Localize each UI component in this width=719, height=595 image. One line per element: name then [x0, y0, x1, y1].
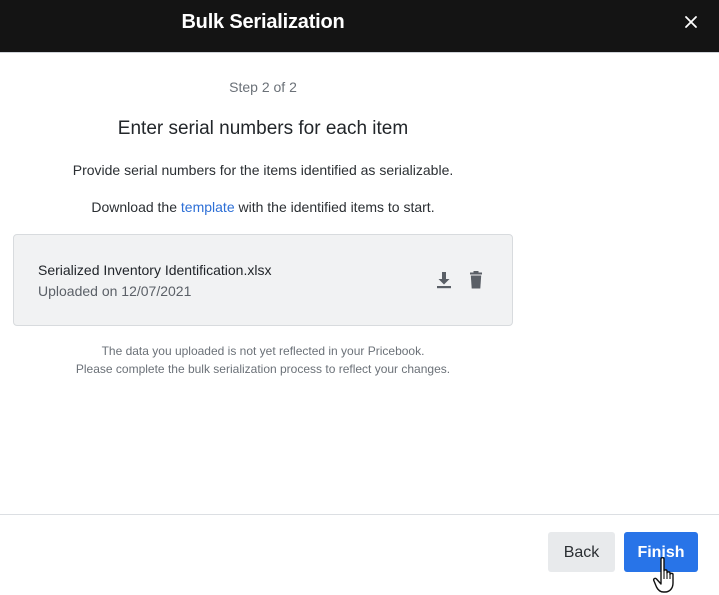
- dialog-content: Step 2 of 2 Enter serial numbers for eac…: [0, 53, 526, 513]
- dialog-title: Bulk Serialization: [181, 11, 345, 33]
- dialog-footer: Back Finish: [0, 514, 719, 595]
- uploaded-file-card: Serialized Inventory Identification.xlsx…: [13, 234, 513, 326]
- download-suffix-text: with the identified items to start.: [234, 199, 435, 215]
- step-indicator: Step 2 of 2: [229, 79, 297, 95]
- trash-icon: [470, 271, 482, 289]
- upload-date: Uploaded on 12/07/2021: [38, 283, 192, 299]
- notice-line-2: Please complete the bulk serialization p…: [75, 362, 451, 376]
- delete-file-button[interactable]: [465, 269, 487, 291]
- back-button[interactable]: Back: [548, 532, 615, 572]
- page-title: Enter serial numbers for each item: [117, 118, 409, 139]
- download-icon: [437, 272, 451, 289]
- download-instruction: Download the template with the identifie…: [0, 199, 526, 215]
- bulk-serialization-dialog: Bulk Serialization Step 2 of 2 Enter ser…: [0, 0, 719, 595]
- notice-line-1: The data you uploaded is not yet reflect…: [101, 344, 425, 358]
- close-icon: [685, 16, 697, 28]
- close-button[interactable]: [683, 14, 699, 30]
- file-name: Serialized Inventory Identification.xlsx: [38, 262, 272, 278]
- description-text: Provide serial numbers for the items ide…: [72, 162, 454, 178]
- dialog-header: Bulk Serialization: [0, 0, 719, 53]
- hand-pointer-cursor-icon: [652, 557, 674, 593]
- template-link[interactable]: template: [181, 199, 235, 215]
- download-file-button[interactable]: [433, 269, 455, 291]
- download-prefix-text: Download the: [91, 199, 181, 215]
- upload-notice: The data you uploaded is not yet reflect…: [0, 342, 526, 378]
